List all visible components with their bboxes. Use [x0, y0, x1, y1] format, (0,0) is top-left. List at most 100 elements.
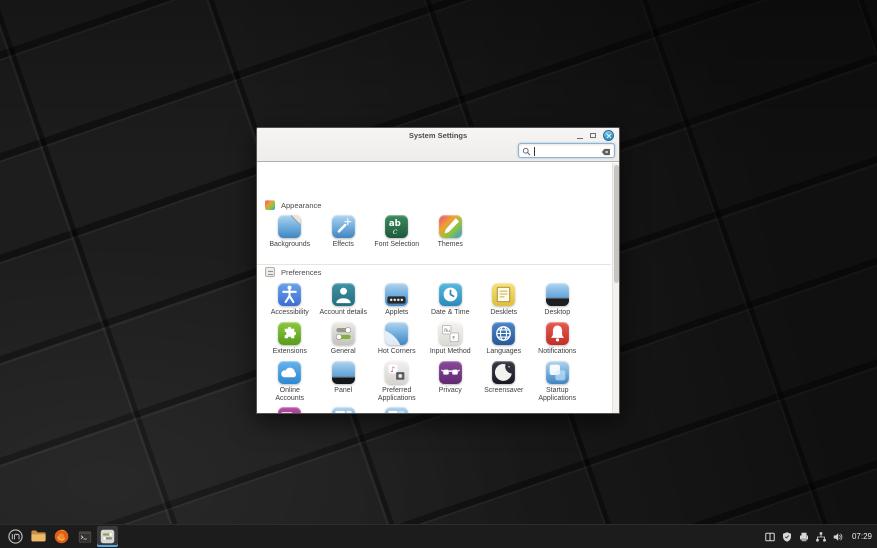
online-accounts-icon	[278, 361, 301, 384]
item-label: Effects	[333, 241, 354, 249]
settings-item-account-details[interactable]: Account details	[317, 283, 371, 317]
scrollbar-thumb[interactable]	[614, 165, 619, 283]
settings-item-accessibility[interactable]: Accessibility	[263, 283, 317, 317]
settings-item-notifications[interactable]: Notifications	[531, 322, 585, 356]
svg-text:Ru: Ru	[444, 328, 450, 334]
applets-icon	[385, 283, 408, 306]
languages-icon	[492, 322, 515, 345]
item-label: Notifications	[538, 348, 576, 356]
tray-printer-icon[interactable]	[798, 531, 810, 543]
item-label: Desklets	[490, 309, 517, 317]
settings-item-font-selection[interactable]: abcFont Selection	[370, 215, 424, 249]
panel-tile	[332, 361, 355, 384]
text-cursor	[534, 147, 535, 156]
preferences-section-icon	[265, 267, 275, 277]
item-label: Applets	[385, 309, 408, 317]
input-method-icon: RuF	[439, 322, 462, 345]
settings-item-startup-applications[interactable]: Startup Applications	[531, 361, 585, 402]
section-header-preferences: Preferences	[265, 267, 321, 277]
item-label: Hot Corners	[378, 348, 416, 356]
window-icon	[764, 531, 776, 543]
tray-shield-icon[interactable]	[781, 531, 793, 543]
settings-item-desklets[interactable]: Desklets	[477, 283, 531, 317]
preferred-applications-icon: ♪	[385, 361, 408, 384]
settings-row: WindowsWindow TilingWorkspaces	[263, 407, 424, 413]
window-header: System Settings	[257, 128, 619, 162]
settings-item-input-method[interactable]: RuF Input Method	[424, 322, 478, 356]
themes-tile	[439, 215, 462, 238]
volume-icon	[832, 531, 844, 543]
launcher-menu[interactable]	[5, 526, 26, 547]
settings-item-hot-corners[interactable]: Hot Corners	[370, 322, 424, 356]
printer-icon	[798, 531, 810, 543]
settings-row: Online Accounts Panel ♪ Preferred Applicati…	[263, 361, 584, 402]
online-accounts-tile	[278, 361, 301, 384]
settings-item-window-tiling[interactable]: Window Tiling	[317, 407, 371, 413]
search-field[interactable]	[518, 143, 615, 158]
notifications-icon	[546, 322, 569, 345]
settings-item-backgrounds[interactable]: Backgrounds	[263, 215, 317, 249]
item-label: Preferred Applications	[372, 387, 421, 402]
scrollbar[interactable]	[612, 163, 619, 413]
settings-item-online-accounts[interactable]: Online Accounts	[263, 361, 317, 402]
startup-applications-tile	[546, 361, 569, 384]
maximize-button[interactable]	[587, 130, 598, 141]
close-button[interactable]	[603, 130, 614, 141]
svg-text:♪: ♪	[391, 365, 396, 374]
font-selection-icon: abc	[385, 215, 408, 238]
clock[interactable]: 07:29	[852, 532, 872, 541]
file-manager-icon	[30, 528, 47, 545]
account-details-icon	[332, 283, 355, 306]
settings-item-workspaces[interactable]: Workspaces	[370, 407, 424, 413]
section-header-appearance: Appearance	[265, 200, 321, 210]
settings-item-general[interactable]: General	[317, 322, 371, 356]
item-label: Accessibility	[271, 309, 309, 317]
svg-text:c: c	[393, 227, 398, 237]
privacy-icon	[439, 361, 462, 384]
workspaces-tile	[385, 407, 408, 413]
settings-row: Extensions General Hot Corners RuF Input Met…	[263, 322, 584, 356]
launcher-system-settings[interactable]	[97, 526, 118, 547]
settings-item-panel[interactable]: Panel	[317, 361, 371, 402]
windows-icon	[278, 407, 301, 413]
item-label: Backgrounds	[269, 241, 310, 249]
item-label: Input Method	[430, 348, 471, 356]
svg-text:F: F	[452, 336, 455, 342]
taskbar: 07:29	[0, 524, 877, 548]
tray-window-icon[interactable]	[764, 531, 776, 543]
settings-item-windows[interactable]: Windows	[263, 407, 317, 413]
settings-item-applets[interactable]: Applets	[370, 283, 424, 317]
launcher-terminal[interactable]	[74, 526, 95, 547]
settings-item-themes[interactable]: Themes	[424, 215, 478, 249]
settings-item-languages[interactable]: Languages	[477, 322, 531, 356]
item-label: Extensions	[273, 348, 307, 356]
input-method-tile: RuF	[439, 322, 462, 345]
launcher-firefox[interactable]	[51, 526, 72, 547]
accessibility-icon	[278, 283, 301, 306]
settings-item-date-time[interactable]: Date & Time	[424, 283, 478, 317]
settings-row: Accessibility Account details Applets Date …	[263, 283, 584, 317]
settings-item-desktop[interactable]: Desktop	[531, 283, 585, 317]
item-label: Panel	[334, 387, 352, 395]
account-details-tile	[332, 283, 355, 306]
settings-content: Appearance Backgrounds Effects abcFont Sele…	[257, 163, 619, 413]
clear-search-icon[interactable]	[601, 147, 611, 157]
screensaver-tile	[492, 361, 515, 384]
settings-item-screensaver[interactable]: Screensaver	[477, 361, 531, 402]
minimize-button[interactable]	[574, 130, 585, 141]
settings-item-preferred-applications[interactable]: ♪ Preferred Applications	[370, 361, 424, 402]
settings-item-privacy[interactable]: Privacy	[424, 361, 478, 402]
settings-item-effects[interactable]: Effects	[317, 215, 371, 249]
backgrounds-icon	[278, 215, 301, 238]
section-title: Appearance	[281, 201, 321, 210]
tray-volume-icon[interactable]	[832, 531, 844, 543]
backgrounds-tile	[278, 215, 301, 238]
hot-corners-tile	[385, 322, 408, 345]
date-time-tile	[439, 283, 462, 306]
maximize-icon	[590, 133, 596, 138]
tray-network-icon[interactable]	[815, 531, 827, 543]
launcher-files[interactable]	[28, 526, 49, 547]
settings-item-extensions[interactable]: Extensions	[263, 322, 317, 356]
settings-row: Backgrounds Effects abcFont SelectionTheme…	[263, 215, 477, 249]
search-input[interactable]	[537, 144, 599, 157]
